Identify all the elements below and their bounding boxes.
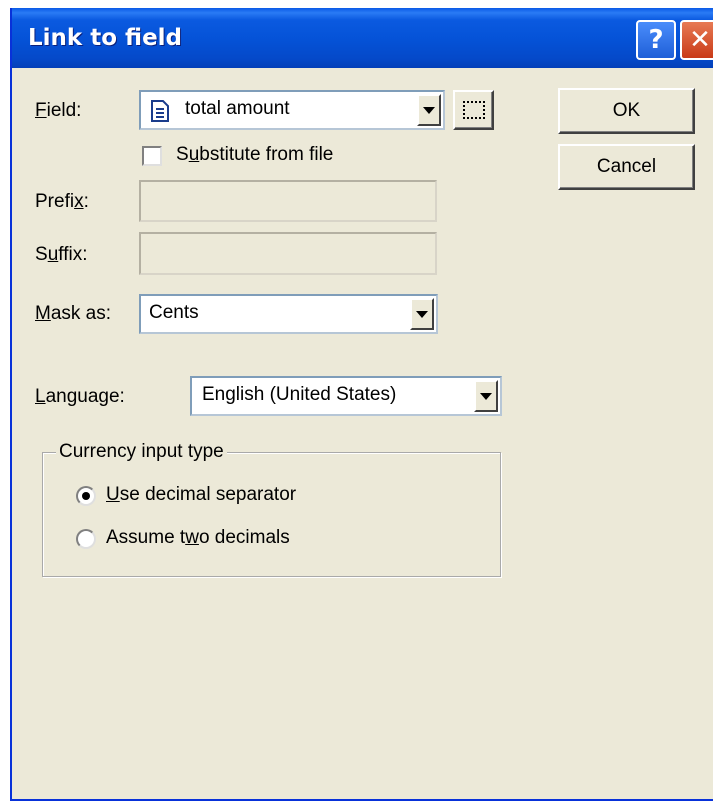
chevron-down-icon	[480, 392, 492, 400]
language-label: Language:	[35, 386, 125, 407]
substitute-checkbox[interactable]	[142, 146, 162, 166]
substitute-label: Substitute from file	[176, 144, 334, 165]
link-to-field-dialog: Link to field ? ✕ Field: total amount Su…	[10, 8, 713, 801]
mask-dropdown-button[interactable]	[410, 298, 434, 330]
use-decimal-separator-radio[interactable]	[76, 486, 96, 506]
currency-input-type-group	[42, 452, 501, 577]
field-combobox[interactable]: total amount	[139, 90, 445, 130]
dialog-title: Link to field	[28, 25, 183, 51]
mask-value: Cents	[149, 302, 199, 323]
browse-field-button[interactable]	[453, 90, 494, 130]
field-dropdown-button[interactable]	[417, 94, 441, 126]
help-button[interactable]: ?	[636, 20, 676, 60]
mask-label: Mask as:	[35, 303, 112, 324]
use-decimal-separator-label: Use decimal separator	[106, 484, 297, 505]
suffix-label: Suffix:	[35, 244, 88, 265]
title-bar[interactable]: Link to field ? ✕	[12, 8, 713, 68]
chevron-down-icon	[423, 106, 435, 114]
ok-button[interactable]: OK	[558, 88, 695, 134]
language-combobox[interactable]: English (United States)	[190, 376, 502, 416]
assume-two-decimals-radio[interactable]	[76, 529, 96, 549]
field-value: total amount	[185, 98, 290, 119]
field-label: Field:	[35, 100, 82, 121]
question-mark-icon: ?	[648, 25, 664, 55]
document-icon	[151, 100, 169, 122]
language-dropdown-button[interactable]	[474, 380, 498, 412]
language-value: English (United States)	[202, 384, 397, 405]
close-button[interactable]: ✕	[680, 20, 713, 60]
assume-two-decimals-label: Assume two decimals	[106, 527, 290, 548]
radio-selected-dot	[82, 492, 90, 500]
mask-combobox[interactable]: Cents	[139, 294, 438, 334]
suffix-input[interactable]	[139, 232, 437, 275]
chevron-down-icon	[416, 310, 428, 318]
prefix-input[interactable]	[139, 180, 437, 222]
close-icon: ✕	[689, 25, 711, 55]
dotted-box-icon	[462, 101, 485, 119]
cancel-button[interactable]: Cancel	[558, 144, 695, 190]
prefix-label: Prefix:	[35, 191, 89, 212]
currency-group-title: Currency input type	[56, 441, 227, 463]
